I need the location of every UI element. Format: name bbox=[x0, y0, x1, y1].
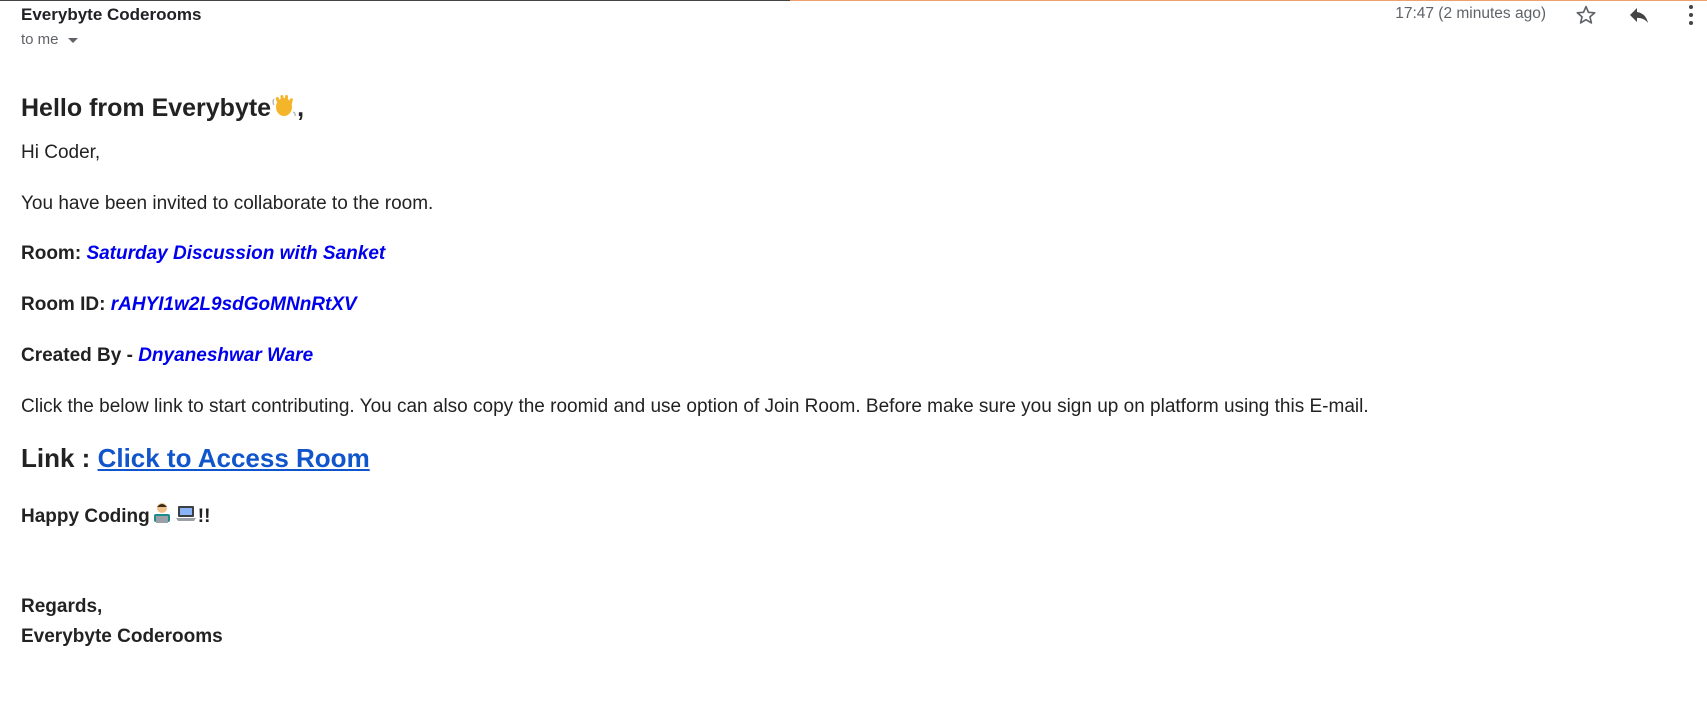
email-body: Hello from Everybyte, Hi Coder, You have… bbox=[21, 88, 1681, 652]
signature-block: Regards, Everybyte Coderooms bbox=[21, 592, 1681, 652]
room-line: Room: Saturday Discussion with Sanket bbox=[21, 242, 1681, 266]
link-label: Link : bbox=[21, 443, 98, 473]
happy-coding-line: Happy Coding!! bbox=[21, 501, 1681, 532]
technologist-icon bbox=[150, 501, 174, 532]
recipient-dropdown[interactable]: to me bbox=[21, 31, 78, 48]
greeting-comma: , bbox=[297, 94, 305, 122]
star-button[interactable] bbox=[1569, 0, 1603, 30]
more-options-button[interactable] bbox=[1679, 0, 1703, 30]
sender-name[interactable]: Everybyte Coderooms bbox=[21, 5, 201, 25]
more-vert-icon bbox=[1689, 5, 1693, 25]
email-timestamp: 17:47 (2 minutes ago) bbox=[1395, 5, 1546, 22]
room-id-value: rAHYI1w2L9sdGoMNnRtXV bbox=[110, 294, 357, 315]
room-id-line: Room ID: rAHYI1w2L9sdGoMNnRtXV bbox=[21, 293, 1681, 317]
room-label: Room: bbox=[21, 243, 87, 264]
recipient-label: to me bbox=[21, 31, 59, 48]
room-id-label: Room ID: bbox=[21, 294, 111, 315]
reply-button[interactable] bbox=[1622, 0, 1656, 30]
laptop-icon bbox=[174, 501, 198, 532]
waving-hand-icon bbox=[271, 91, 297, 131]
invite-text: You have been invited to collaborate to … bbox=[21, 193, 434, 214]
star-icon bbox=[1576, 5, 1596, 24]
reply-icon bbox=[1630, 8, 1648, 23]
greeting-text: Hello from Everybyte bbox=[21, 94, 272, 122]
regards-text: Regards, bbox=[21, 596, 103, 617]
created-by-line: Created By - Dnyaneshwar Ware bbox=[21, 344, 1681, 368]
created-by-label: Created By - bbox=[21, 345, 139, 366]
happy-coding-text: Happy Coding bbox=[21, 506, 150, 527]
access-room-link[interactable]: Click to Access Room bbox=[98, 443, 370, 473]
happy-coding-suffix: !! bbox=[197, 506, 211, 527]
chevron-down-icon[interactable] bbox=[67, 38, 78, 43]
email-header: Everybyte Coderooms to me 17:47 (2 minut… bbox=[0, 0, 1707, 60]
created-by-value: Dnyaneshwar Ware bbox=[138, 345, 314, 366]
room-name: Saturday Discussion with Sanket bbox=[86, 243, 386, 264]
link-line: Link : Click to Access Room bbox=[21, 441, 1681, 475]
email-greeting: Hello from Everybyte, bbox=[21, 88, 1681, 128]
instructions-text: Click the below link to start contributi… bbox=[21, 396, 1369, 417]
signature-name: Everybyte Coderooms bbox=[21, 626, 223, 647]
salutation: Hi Coder, bbox=[21, 142, 101, 163]
